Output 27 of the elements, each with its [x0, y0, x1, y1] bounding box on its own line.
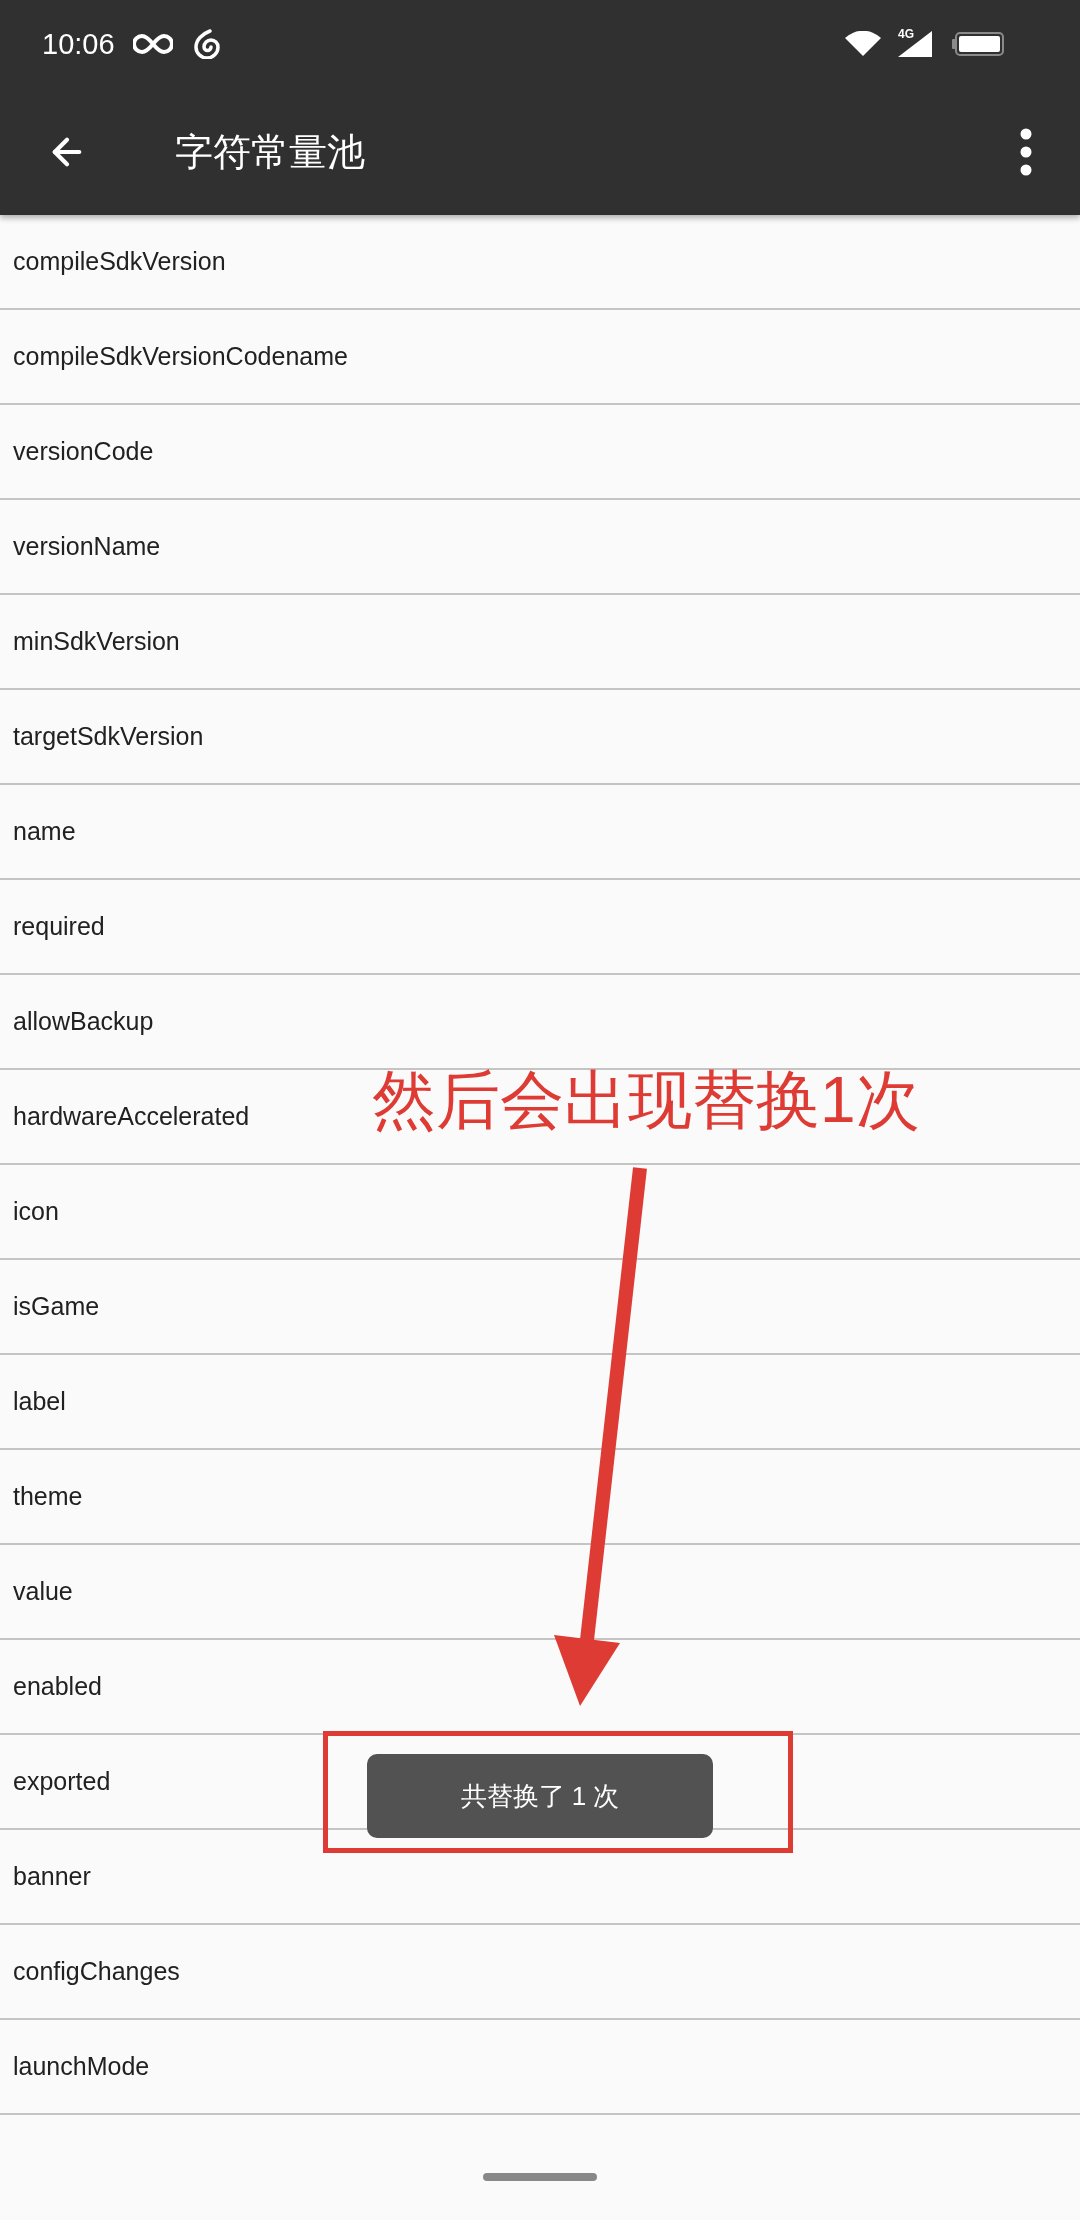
swirl-icon [192, 29, 221, 59]
list-item[interactable]: required [0, 880, 1080, 975]
list-item[interactable]: versionCode [0, 405, 1080, 500]
list-item[interactable]: launchMode [0, 2020, 1080, 2115]
toolbar-title: 字符常量池 [175, 132, 365, 171]
list-item[interactable]: icon [0, 1165, 1080, 1260]
list-item[interactable]: label [0, 1355, 1080, 1450]
network-type: 4G [898, 28, 914, 40]
more-icon [1020, 127, 1032, 176]
list-item[interactable]: theme [0, 1450, 1080, 1545]
list-item[interactable]: name [0, 785, 1080, 880]
infinity-icon [132, 33, 173, 55]
list-item[interactable]: compileSdkVersionCodename [0, 310, 1080, 405]
list-item[interactable]: versionName [0, 500, 1080, 595]
list-item[interactable]: isGame [0, 1260, 1080, 1355]
list-item[interactable]: allowBackup [0, 975, 1080, 1070]
wifi-icon [844, 31, 882, 57]
list-item[interactable]: compileSdkVersion [0, 215, 1080, 310]
status-time: 10:06 [42, 29, 115, 59]
list-item[interactable]: configChanges [0, 1925, 1080, 2020]
list-item[interactable]: value [0, 1545, 1080, 1640]
battery-icon [952, 32, 1004, 56]
list-item[interactable]: targetSdkVersion [0, 690, 1080, 785]
toast: 共替换了 1 次 [367, 1754, 713, 1838]
annotation-text: 然后会出现替换1次 [372, 1068, 920, 1132]
list-item[interactable]: minSdkVersion [0, 595, 1080, 690]
signal-icon [898, 31, 932, 57]
